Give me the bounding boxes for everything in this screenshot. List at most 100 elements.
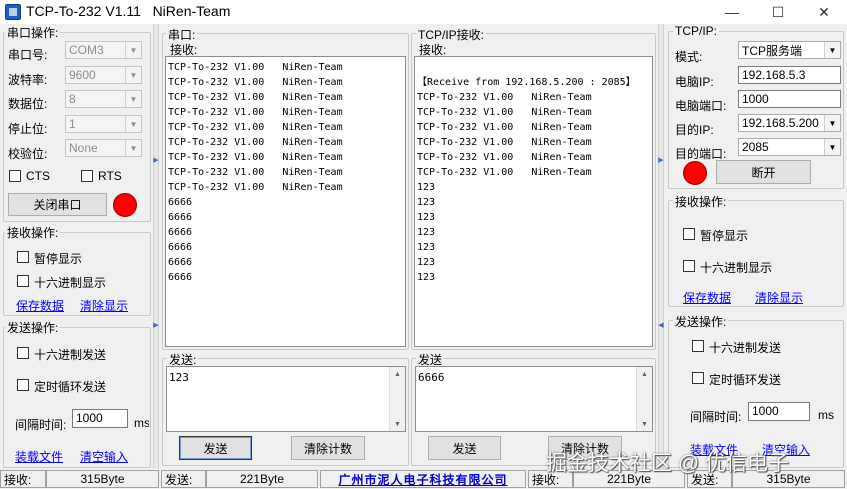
hex-send-right-label: 十六进制发送 (709, 341, 782, 355)
pause-display-right-label: 暂停显示 (700, 229, 749, 243)
tcp-send-button[interactable]: 发送 (428, 436, 501, 460)
close-port-button[interactable]: 关闭串口 (8, 193, 107, 216)
databits-value: 8 (69, 92, 76, 106)
port-value: COM3 (69, 43, 104, 57)
scroll-up-icon[interactable]: ▲ (637, 367, 652, 381)
dest-port-select[interactable]: 2085 ▼ (738, 138, 841, 156)
recv-ops-left-label: 接收操作: (5, 224, 61, 241)
recv-ops-right-label: 接收操作: (673, 193, 729, 210)
window-title: TCP-To-232 V1.11 NiRen-Team (26, 3, 231, 19)
serial-send-textarea[interactable]: 123 (166, 366, 406, 432)
interval-right-unit: ms (818, 408, 834, 422)
pc-port-input[interactable]: 1000 (738, 90, 841, 108)
clear-display-right-link[interactable]: 清除显示 (755, 289, 803, 306)
timed-send-label: 定时循环发送 (34, 380, 107, 394)
interval-label: 间隔时间: (15, 418, 67, 432)
status-send1-value: 221Byte (206, 470, 318, 488)
load-file-link[interactable]: 装载文件 (15, 448, 63, 465)
hex-display-right-checkbox[interactable] (683, 260, 695, 272)
collapse-left-icon[interactable]: ▶ (153, 156, 159, 164)
baud-select[interactable]: 9600 ▼ (65, 66, 142, 84)
serial-clear-count-button[interactable]: 清除计数 (291, 436, 365, 460)
watermark: 掘金技术社区 @ 优信电子 (546, 452, 789, 475)
chevron-down-icon: ▼ (125, 42, 141, 58)
send-ops-right-label: 发送操作: (673, 313, 729, 330)
serial-status-lamp (113, 193, 137, 217)
clear-input-link[interactable]: 清空输入 (80, 448, 128, 465)
pc-ip-input[interactable]: 192.168.5.3 (738, 66, 841, 84)
chevron-down-icon: ▼ (824, 139, 840, 155)
chevron-down-icon: ▼ (125, 116, 141, 132)
minimize-icon[interactable]: — (709, 0, 755, 24)
tcp-status-lamp (683, 161, 707, 185)
tcp-send-textarea[interactable]: 6666 (415, 366, 653, 432)
pause-display-right-checkbox[interactable] (683, 228, 695, 240)
scroll-down-icon[interactable]: ▼ (637, 417, 652, 431)
hex-send-checkbox[interactable] (17, 347, 29, 359)
collapse-right-icon[interactable]: ▶ (658, 156, 664, 164)
disconnect-button[interactable]: 断开 (716, 160, 811, 184)
tcp-recv-textarea[interactable]: 【Receive from 192.168.5.200 : 2085】 TCP-… (414, 56, 653, 347)
left-splitter[interactable] (153, 24, 159, 468)
mode-select[interactable]: TCP服务端 ▼ (738, 41, 841, 59)
timed-send-checkbox[interactable] (17, 379, 29, 391)
cts-checkbox[interactable] (9, 170, 21, 182)
serial-recv-textarea[interactable]: TCP-To-232 V1.00 NiRen-Team TCP-To-232 V… (165, 56, 406, 347)
save-data-link[interactable]: 保存数据 (16, 297, 64, 314)
chevron-down-icon: ▼ (125, 91, 141, 107)
timed-send-right-checkbox[interactable] (692, 372, 704, 384)
save-data-right-link[interactable]: 保存数据 (683, 289, 731, 306)
dest-port-value: 2085 (742, 140, 769, 154)
timed-send-right-label: 定时循环发送 (709, 373, 782, 387)
dest-ip-select[interactable]: 192.168.5.200 ▼ (738, 114, 841, 132)
baud-value: 9600 (69, 68, 96, 82)
baud-label: 波特率: (8, 73, 48, 87)
interval-right-input[interactable]: 1000 (748, 402, 810, 421)
tcpip-settings-label: TCP/IP: (673, 24, 720, 38)
hex-send-label: 十六进制发送 (34, 348, 107, 362)
port-label: 串口号: (8, 48, 48, 62)
chevron-down-icon: ▼ (824, 42, 840, 58)
status-recv1-label: 接收: (0, 470, 46, 488)
status-recv1-value: 315Byte (46, 470, 159, 488)
cts-label: CTS (26, 169, 50, 183)
collapse-left-icon-lower[interactable]: ▶ (153, 321, 159, 329)
interval-input[interactable]: 1000 (72, 409, 128, 428)
stopbits-select[interactable]: 1 ▼ (65, 115, 142, 133)
hex-display-right-label: 十六进制显示 (700, 261, 773, 275)
dest-ip-value: 192.168.5.200 (742, 116, 819, 130)
close-icon[interactable]: ✕ (801, 0, 847, 24)
interval-unit: ms (134, 416, 149, 430)
pc-ip-label: 电脑IP: (675, 75, 714, 89)
rts-checkbox[interactable] (81, 170, 93, 182)
chevron-down-icon: ▼ (125, 140, 141, 156)
right-splitter[interactable] (658, 24, 664, 468)
stopbits-value: 1 (69, 117, 76, 131)
chevron-down-icon: ▼ (824, 115, 840, 131)
interval-right-label: 间隔时间: (690, 410, 742, 424)
databits-select[interactable]: 8 ▼ (65, 90, 142, 108)
app-icon (5, 4, 21, 20)
company-link[interactable]: 广州市泥人电子科技有限公司 (320, 470, 526, 488)
hex-send-right-checkbox[interactable] (692, 340, 704, 352)
hex-display-checkbox[interactable] (17, 275, 29, 287)
scroll-down-icon[interactable]: ▼ (390, 417, 405, 431)
chevron-down-icon: ▼ (125, 67, 141, 83)
rts-label: RTS (98, 169, 122, 183)
parity-select[interactable]: None ▼ (65, 139, 142, 157)
send-ops-left-label: 发送操作: (5, 319, 61, 336)
maximize-icon[interactable]: ☐ (755, 0, 801, 24)
serial-send-scrollbar[interactable]: ▲ ▼ (389, 367, 405, 431)
port-select[interactable]: COM3 ▼ (65, 41, 142, 59)
parity-label: 校验位: (8, 147, 48, 161)
stopbits-label: 停止位: (8, 122, 48, 136)
tcp-send-scrollbar[interactable]: ▲ ▼ (636, 367, 652, 431)
pause-display-label: 暂停显示 (34, 252, 83, 266)
pause-display-checkbox[interactable] (17, 251, 29, 263)
mode-label: 模式: (675, 50, 703, 64)
collapse-right-icon-lower[interactable]: ◀ (658, 321, 664, 329)
scroll-up-icon[interactable]: ▲ (390, 367, 405, 381)
clear-display-link[interactable]: 清除显示 (80, 297, 128, 314)
serial-send-button[interactable]: 发送 (179, 436, 252, 460)
serial-settings-label: 串口操作: (5, 24, 61, 41)
